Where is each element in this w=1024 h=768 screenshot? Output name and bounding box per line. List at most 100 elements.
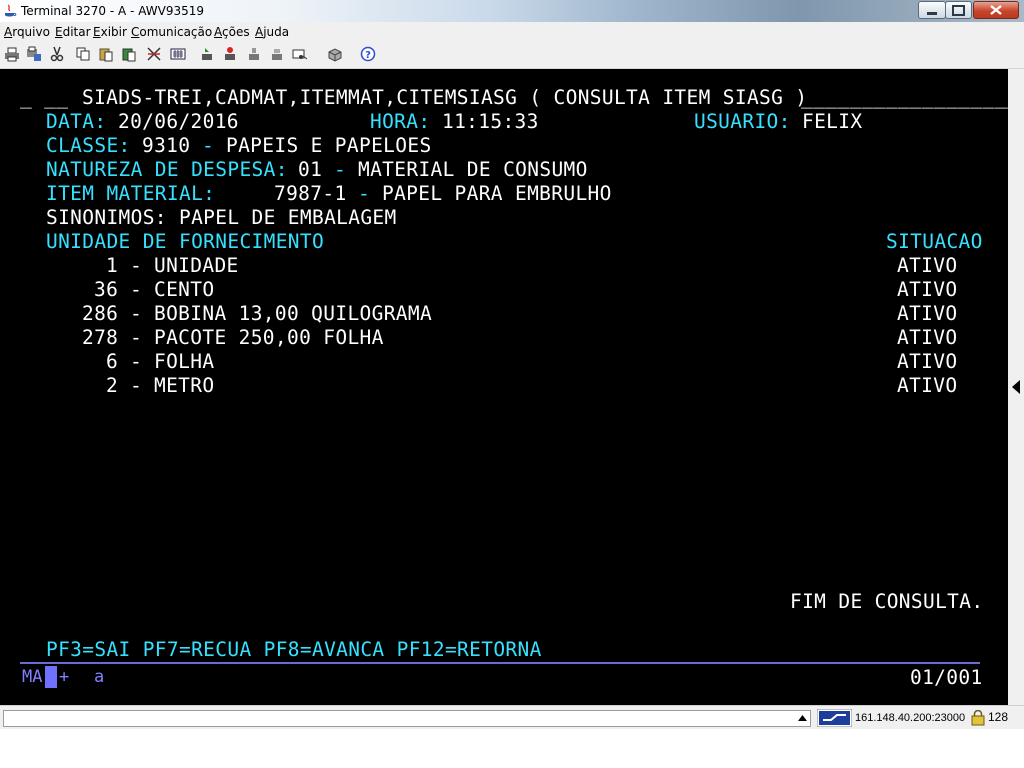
keyboard-icon[interactable] [170, 46, 186, 62]
row-description: PACOTE 250,00 FOLHA [154, 326, 384, 349]
paste-icon[interactable] [98, 46, 114, 62]
hora-label: HORA: [370, 110, 431, 133]
menu-acoes[interactable]: Ações [214, 25, 250, 39]
connect-icon[interactable] [327, 46, 343, 62]
select-all-icon[interactable] [146, 46, 162, 62]
menu-arquivo[interactable]: Arquivo [4, 25, 50, 39]
host-address: 161.148.40.200:23000 [855, 712, 966, 724]
terminal-window: Terminal 3270 - A - AWV93519 Arquivo Edi… [0, 0, 1024, 768]
row-status: ATIVO [897, 302, 958, 325]
natureza-code: 01 [298, 158, 323, 181]
row-separator: - [130, 254, 143, 277]
paste-special-icon[interactable] [121, 46, 137, 62]
oia-plus: + [59, 667, 70, 687]
side-panel-strip [1008, 69, 1024, 705]
help-icon[interactable]: ? [360, 46, 376, 62]
item-material-code: 7987-1 [274, 182, 347, 205]
oia-divider [20, 662, 980, 664]
row-status: ATIVO [897, 374, 958, 397]
macro-stop-icon[interactable] [222, 46, 238, 62]
macro-record-icon[interactable] [199, 46, 215, 62]
minimize-icon [927, 12, 937, 15]
header-prefix: _ __ [20, 86, 81, 109]
print-setup-icon[interactable] [26, 46, 42, 62]
row-status: ATIVO [897, 350, 958, 373]
classe-separator: - [202, 134, 215, 157]
menu-ajuda[interactable]: Ajuda [255, 25, 289, 39]
row-separator: - [130, 374, 143, 397]
oia-indicator: MA [22, 667, 43, 687]
row-code: 1 [106, 254, 119, 277]
oia-session: a [94, 667, 105, 687]
print-icon[interactable] [4, 46, 20, 62]
menu-exibir[interactable]: Exibir [93, 25, 127, 39]
oia-cursor [45, 666, 57, 688]
send-receive-icon[interactable] [292, 46, 308, 62]
maximize-button[interactable] [945, 1, 972, 19]
row-separator: - [130, 326, 143, 349]
natureza-label: NATUREZA DE DESPESA: [46, 158, 288, 181]
toolbar: ? [0, 42, 1024, 69]
usuario-value: FELIX [802, 110, 863, 133]
macro-edit-icon[interactable] [269, 46, 285, 62]
row-description: UNIDADE [154, 254, 239, 277]
title-bar[interactable]: Terminal 3270 - A - AWV93519 [0, 0, 1024, 22]
data-label: DATA: [46, 110, 107, 133]
menu-editar[interactable]: Editar [55, 25, 91, 39]
window-title: Terminal 3270 - A - AWV93519 [21, 4, 204, 18]
cut-icon[interactable] [49, 46, 65, 62]
row-code: 6 [106, 350, 119, 373]
desktop-background [0, 729, 1024, 768]
pf-keys-line: PF3=SAI PF7=RECUA PF8=AVANCA PF12=RETORN… [46, 638, 542, 661]
row-code: 278 [82, 326, 119, 349]
row-description: BOBINA 13,00 QUILOGRAMA [154, 302, 433, 325]
expand-panel-arrow-icon[interactable] [1011, 380, 1021, 394]
natureza-separator: - [334, 158, 347, 181]
usuario-label: USUARIO: [694, 110, 791, 133]
row-separator: - [130, 278, 143, 301]
lock-icon [971, 710, 985, 726]
row-code: 286 [82, 302, 119, 325]
row-status: ATIVO [897, 254, 958, 277]
sinonimos-line: SINONIMOS: PAPEL DE EMBALAGEM [46, 206, 397, 229]
row-description: FOLHA [154, 350, 215, 373]
encryption-bits: 128 [988, 710, 1009, 724]
hora-value: 11:15:33 [442, 110, 539, 133]
item-material-label: ITEM MATERIAL: [46, 182, 216, 205]
data-value: 20/06/2016 [118, 110, 239, 133]
item-material-separator: - [358, 182, 371, 205]
svg-text:?: ? [365, 50, 371, 61]
copy-icon[interactable] [75, 46, 91, 62]
maximize-icon [952, 5, 965, 16]
status-bar: 161.148.40.200:23000 128 [0, 705, 1024, 730]
row-separator: - [130, 350, 143, 373]
row-status: ATIVO [897, 326, 958, 349]
classe-label: CLASSE: [46, 134, 131, 157]
end-of-query-message: FIM DE CONSULTA. [790, 590, 984, 613]
minimize-button[interactable] [918, 1, 946, 19]
row-description: METRO [154, 374, 215, 397]
header-fill: ____________________ [801, 86, 1024, 109]
natureza-description: MATERIAL DE CONSUMO [358, 158, 588, 181]
situacao-column-header: SITUACAO [886, 230, 983, 253]
item-material-description: PAPEL PARA EMBRULHO [382, 182, 612, 205]
cursor-position: 01/001 [910, 666, 983, 689]
close-button[interactable] [973, 1, 1019, 19]
classe-code: 9310 [142, 134, 191, 157]
unidade-column-header: UNIDADE DE FORNECIMENTO [46, 230, 325, 253]
macro-play-icon[interactable] [246, 46, 262, 62]
row-status: ATIVO [897, 278, 958, 301]
row-separator: - [130, 302, 143, 325]
row-description: CENTO [154, 278, 215, 301]
menu-comunicacao[interactable]: Comunicação [131, 25, 212, 39]
menu-bar: Arquivo Editar Exibir Comunicação Ações … [0, 22, 1024, 42]
status-message-field [3, 710, 811, 727]
classe-description: PAPEIS E PAPELOES [226, 134, 432, 157]
java-app-icon [5, 4, 17, 17]
connection-icon [817, 709, 852, 727]
screen-command-title: SIADS-TREI,CADMAT,ITEMMAT,CITEMSIASG ( C… [82, 86, 808, 109]
row-code: 2 [106, 374, 119, 397]
row-code: 36 [94, 278, 119, 301]
scroll-up-arrow-icon[interactable] [798, 714, 807, 721]
close-icon [990, 5, 1002, 15]
